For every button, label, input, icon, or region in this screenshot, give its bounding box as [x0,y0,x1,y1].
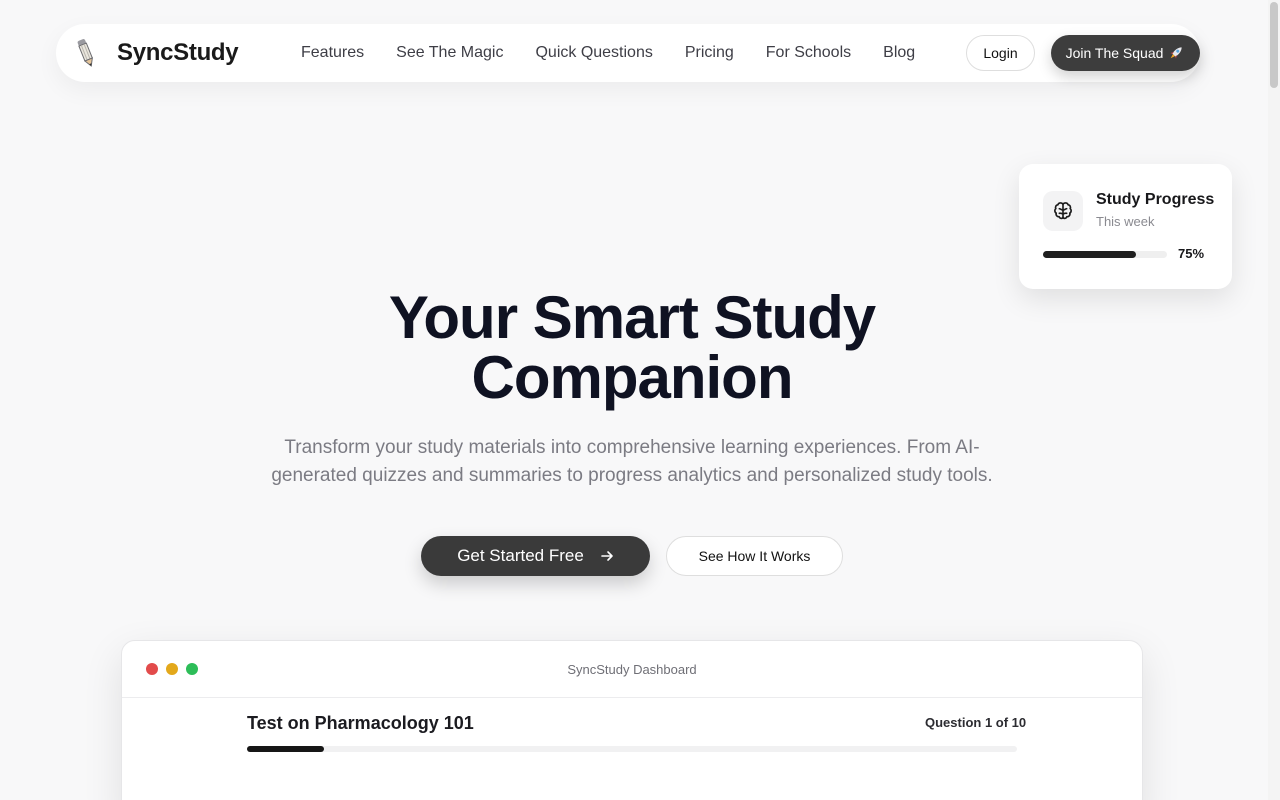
nav-link-quick-questions[interactable]: Quick Questions [535,44,652,62]
study-progress-bar [1043,251,1167,258]
brand[interactable]: SyncStudy [72,37,239,69]
see-how-it-works-label: See How It Works [698,548,811,564]
nav-links: Features See The Magic Quick Questions P… [301,24,947,82]
brand-name: SyncStudy [117,39,239,66]
arrow-right-icon [601,551,613,561]
study-progress-title: Study Progress [1096,191,1215,208]
nav-link-pricing[interactable]: Pricing [685,44,734,62]
study-progress-percent: 75% [1178,246,1205,261]
top-navbar: SyncStudy Features See The Magic Quick Q… [56,24,1200,82]
join-button-label: Join The Squad [1065,45,1164,61]
login-button-label: Login [983,45,1018,61]
scrollbar-thumb[interactable] [1270,2,1278,88]
get-started-button[interactable]: Get Started Free [421,536,650,576]
nav-link-see-the-magic[interactable]: See The Magic [396,44,503,62]
quiz-progress-fill [247,746,324,752]
hero-title-line-1: Your Smart Study [388,284,876,351]
hero-title-line-2: Companion [471,344,794,411]
join-the-squad-button[interactable]: Join The Squad [1051,35,1200,71]
study-progress-period: This week [1096,214,1155,229]
nav-link-features[interactable]: Features [301,44,364,62]
nav-link-blog[interactable]: Blog [883,44,915,62]
dashboard-window-bar: SyncStudy Dashboard [122,641,1142,698]
hero-subtitle: Transform your study materials into comp… [271,437,993,486]
rocket-icon [1170,47,1183,59]
dashboard-window-title: SyncStudy Dashboard [567,662,697,677]
pencil-icon [72,37,100,69]
brain-icon [1043,191,1083,231]
quiz-progress-bar [247,746,1017,752]
nav-link-for-schools[interactable]: For Schools [766,44,851,62]
dashboard-preview: SyncStudy Dashboard Test on Pharmacology… [121,640,1143,800]
question-counter: Question 1 of 10 [925,715,1027,730]
quiz-title: Test on Pharmacology 101 [247,713,474,733]
see-how-it-works-button[interactable]: See How It Works [666,536,843,576]
hero-title: Your Smart Study Companion [290,288,974,408]
study-progress-fill [1043,251,1136,258]
page-scrollbar[interactable] [1268,0,1280,800]
login-button[interactable]: Login [966,35,1035,71]
study-progress-card: Study Progress This week 75% [1019,164,1232,289]
get-started-label: Get Started Free [457,546,584,565]
